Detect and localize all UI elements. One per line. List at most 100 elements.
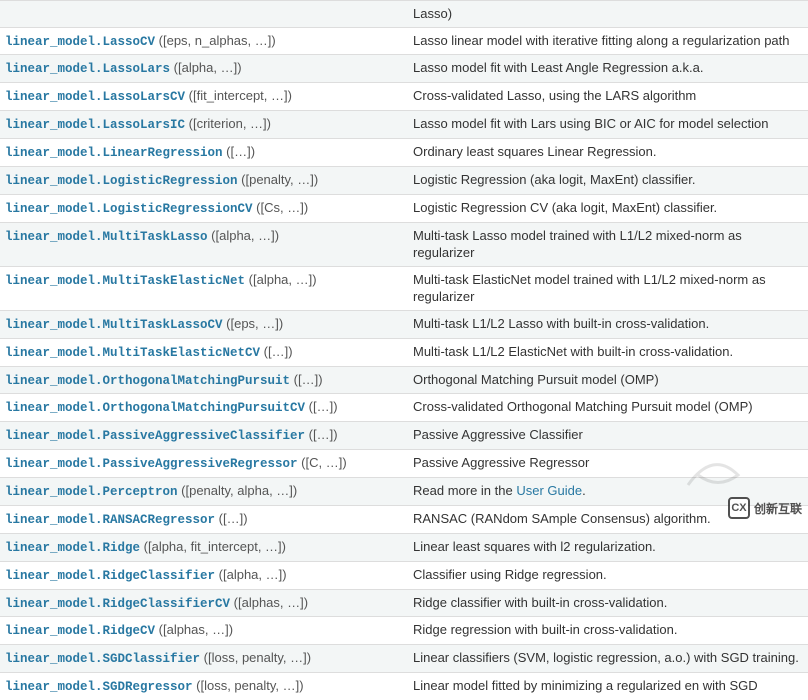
table-row: linear_model.OrthogonalMatchingPursuitCV… [0, 394, 808, 422]
table-row: linear_model.MultiTaskElasticNetCV ([…])… [0, 338, 808, 366]
params-text: ([alpha, …]) [208, 228, 280, 243]
api-link[interactable]: linear_model.SGDClassifier [5, 652, 200, 666]
table-row: linear_model.Ridge ([alpha, fit_intercep… [0, 533, 808, 561]
params-text: ([eps, n_alphas, …]) [155, 33, 276, 48]
description-cell: Read more in the User Guide. [408, 478, 808, 506]
table-row: linear_model.RidgeClassifierCV ([alphas,… [0, 589, 808, 617]
signature-cell: linear_model.MultiTaskElasticNet ([alpha… [0, 266, 408, 310]
params-text: ([…]) [305, 399, 338, 414]
signature-cell: linear_model.RidgeClassifierCV ([alphas,… [0, 589, 408, 617]
api-link[interactable]: linear_model.LassoLarsIC [5, 118, 185, 132]
api-link[interactable]: linear_model.OrthogonalMatchingPursuitCV [5, 401, 305, 415]
api-link[interactable]: linear_model.LogisticRegression [5, 174, 238, 188]
signature-cell: linear_model.LinearRegression ([…]) [0, 139, 408, 167]
api-link[interactable]: linear_model.LassoLarsCV [5, 90, 185, 104]
table-row: Lasso) [0, 1, 808, 28]
api-link[interactable]: linear_model.MultiTaskElasticNet [5, 274, 245, 288]
signature-cell: linear_model.LassoLars ([alpha, …]) [0, 55, 408, 83]
api-link[interactable]: linear_model.LinearRegression [5, 146, 223, 160]
description-cell: Multi-task Lasso model trained with L1/L… [408, 222, 808, 266]
signature-cell: linear_model.OrthogonalMatchingPursuit (… [0, 366, 408, 394]
description-cell: Lasso linear model with iterative fittin… [408, 27, 808, 55]
api-link[interactable]: linear_model.LassoLars [5, 62, 170, 76]
signature-cell [0, 1, 408, 28]
api-link[interactable]: linear_model.MultiTaskLasso [5, 230, 208, 244]
params-text: ([fit_intercept, …]) [185, 88, 292, 103]
table-row: linear_model.LassoLarsIC ([criterion, …]… [0, 111, 808, 139]
table-row: linear_model.MultiTaskLassoCV ([eps, …])… [0, 310, 808, 338]
params-text: ([loss, penalty, …]) [193, 678, 304, 693]
description-cell: Ridge classifier with built-in cross-val… [408, 589, 808, 617]
api-link[interactable]: linear_model.LassoCV [5, 35, 155, 49]
signature-cell: linear_model.RANSACRegressor ([…]) [0, 505, 408, 533]
api-link[interactable]: linear_model.OrthogonalMatchingPursuit [5, 374, 290, 388]
signature-cell: linear_model.RidgeCV ([alphas, …]) [0, 617, 408, 645]
params-text: ([…]) [290, 372, 323, 387]
description-cell: Logistic Regression CV (aka logit, MaxEn… [408, 194, 808, 222]
params-text: ([…]) [260, 344, 293, 359]
description-cell: Multi-task L1/L2 ElasticNet with built-i… [408, 338, 808, 366]
params-text: ([alphas, …]) [155, 622, 233, 637]
params-text: ([alpha, fit_intercept, …]) [140, 539, 286, 554]
description-cell: Lasso) [408, 1, 808, 28]
params-text: ([loss, penalty, …]) [200, 650, 311, 665]
api-reference-table: Lasso)linear_model.LassoCV ([eps, n_alph… [0, 0, 808, 700]
params-text: ([alpha, …]) [215, 567, 287, 582]
table-row: linear_model.LinearRegression ([…])Ordin… [0, 139, 808, 167]
params-text: ([C, …]) [298, 455, 347, 470]
signature-cell: linear_model.LassoLarsCV ([fit_intercept… [0, 83, 408, 111]
table-row: linear_model.RidgeCV ([alphas, …])Ridge … [0, 617, 808, 645]
api-link[interactable]: linear_model.RidgeClassifier [5, 569, 215, 583]
user-guide-link[interactable]: User Guide [516, 483, 582, 498]
table-row: linear_model.Perceptron ([penalty, alpha… [0, 478, 808, 506]
table-row: linear_model.LassoLarsCV ([fit_intercept… [0, 83, 808, 111]
api-link[interactable]: linear_model.MultiTaskElasticNetCV [5, 346, 260, 360]
api-link[interactable]: linear_model.PassiveAggressiveRegressor [5, 457, 298, 471]
signature-cell: linear_model.SGDRegressor ([loss, penalt… [0, 673, 408, 700]
signature-cell: linear_model.LassoCV ([eps, n_alphas, …]… [0, 27, 408, 55]
params-text: ([alpha, …]) [170, 60, 242, 75]
params-text: ([penalty, …]) [238, 172, 319, 187]
api-link[interactable]: linear_model.Ridge [5, 541, 140, 555]
description-cell: Classifier using Ridge regression. [408, 561, 808, 589]
table-row: linear_model.OrthogonalMatchingPursuit (… [0, 366, 808, 394]
signature-cell: linear_model.MultiTaskLasso ([alpha, …]) [0, 222, 408, 266]
api-link[interactable]: linear_model.Perceptron [5, 485, 178, 499]
api-link[interactable]: linear_model.MultiTaskLassoCV [5, 318, 223, 332]
params-text: ([…]) [305, 427, 338, 442]
table-row: linear_model.SGDClassifier ([loss, penal… [0, 645, 808, 673]
params-text: ([criterion, …]) [185, 116, 271, 131]
params-text: ([eps, …]) [223, 316, 284, 331]
table-row: linear_model.LassoCV ([eps, n_alphas, …]… [0, 27, 808, 55]
description-cell: Ridge regression with built-in cross-val… [408, 617, 808, 645]
signature-cell: linear_model.PassiveAggressiveRegressor … [0, 450, 408, 478]
description-cell: RANSAC (RANdom SAmple Consensus) algorit… [408, 505, 808, 533]
table-row: linear_model.PassiveAggressiveRegressor … [0, 450, 808, 478]
table-row: linear_model.PassiveAggressiveClassifier… [0, 422, 808, 450]
description-cell: Lasso model fit with Least Angle Regress… [408, 55, 808, 83]
params-text: ([Cs, …]) [253, 200, 309, 215]
description-cell: Multi-task L1/L2 Lasso with built-in cro… [408, 310, 808, 338]
description-cell: Linear classifiers (SVM, logistic regres… [408, 645, 808, 673]
signature-cell: linear_model.MultiTaskElasticNetCV ([…]) [0, 338, 408, 366]
api-link[interactable]: linear_model.LogisticRegressionCV [5, 202, 253, 216]
description-cell: Linear model fitted by minimizing a regu… [408, 673, 808, 700]
description-cell: Multi-task ElasticNet model trained with… [408, 266, 808, 310]
description-cell: Orthogonal Matching Pursuit model (OMP) [408, 366, 808, 394]
api-link[interactable]: linear_model.RidgeCV [5, 624, 155, 638]
description-cell: Passive Aggressive Classifier [408, 422, 808, 450]
description-cell: Ordinary least squares Linear Regression… [408, 139, 808, 167]
table-row: linear_model.LogisticRegressionCV ([Cs, … [0, 194, 808, 222]
table-row: linear_model.MultiTaskElasticNet ([alpha… [0, 266, 808, 310]
table-row: linear_model.MultiTaskLasso ([alpha, …])… [0, 222, 808, 266]
params-text: ([alpha, …]) [245, 272, 317, 287]
api-link[interactable]: linear_model.PassiveAggressiveClassifier [5, 429, 305, 443]
description-cell: Cross-validated Lasso, using the LARS al… [408, 83, 808, 111]
api-link[interactable]: linear_model.SGDRegressor [5, 680, 193, 694]
params-text: ([…]) [215, 511, 248, 526]
description-cell: Logistic Regression (aka logit, MaxEnt) … [408, 166, 808, 194]
description-cell: Cross-validated Orthogonal Matching Purs… [408, 394, 808, 422]
signature-cell: linear_model.LogisticRegressionCV ([Cs, … [0, 194, 408, 222]
api-link[interactable]: linear_model.RidgeClassifierCV [5, 597, 230, 611]
api-link[interactable]: linear_model.RANSACRegressor [5, 513, 215, 527]
